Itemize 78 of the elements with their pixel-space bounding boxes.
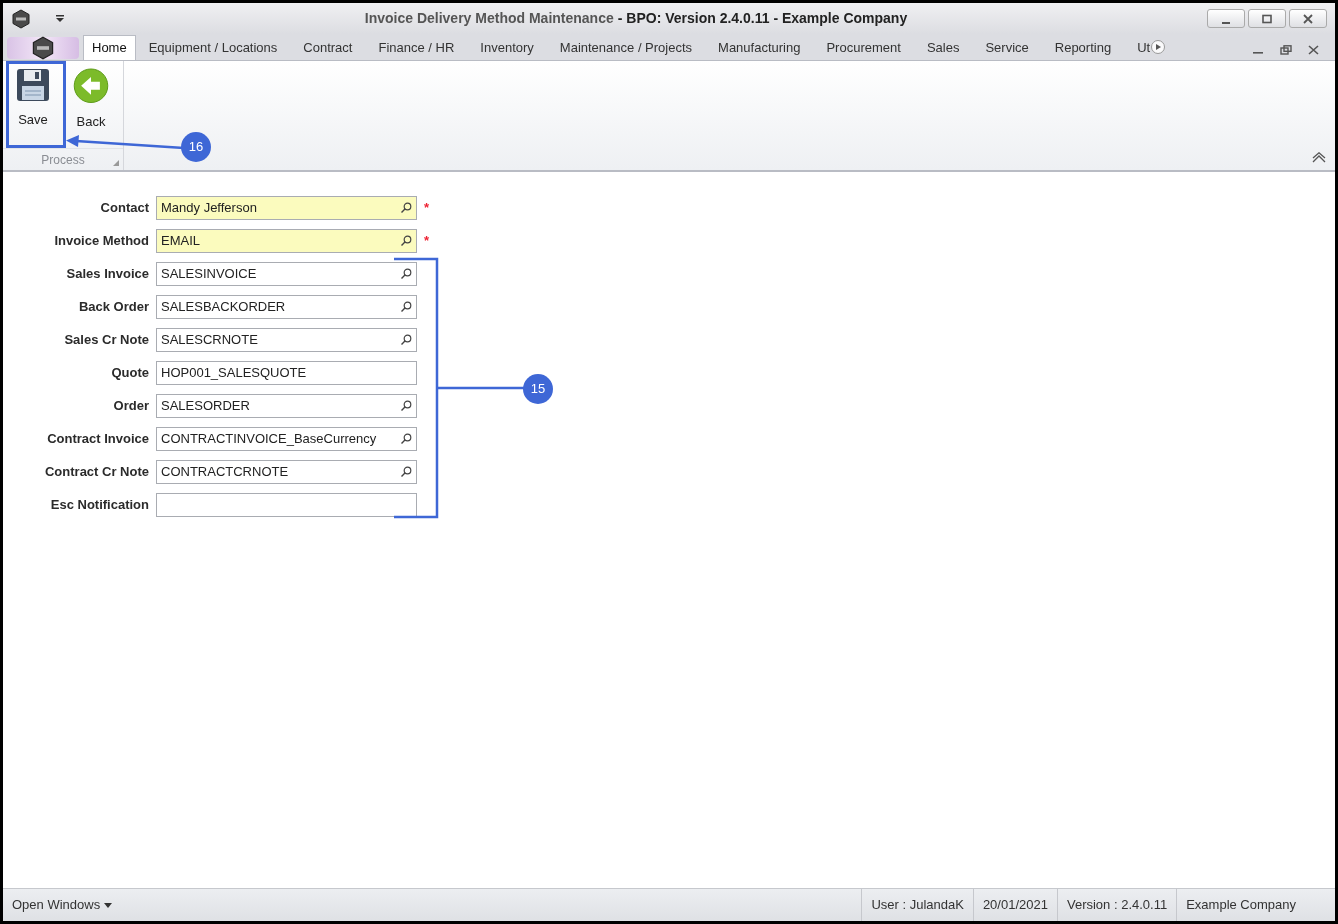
status-item: User : JulandaK [861,889,973,921]
restore-icon[interactable] [1280,45,1292,55]
field-value: SALESBACKORDER [161,298,287,317]
search-icon[interactable] [400,466,412,478]
dialog-launcher-icon[interactable] [113,160,119,166]
field-value: SALESORDER [161,397,251,416]
close-icon[interactable] [1308,45,1319,55]
maximize-icon [1261,13,1273,24]
field-value: SALESINVOICE [161,265,258,284]
open-windows-button[interactable]: Open Windows [12,895,113,915]
minimize-button[interactable] [1207,9,1245,28]
ribbon-tab[interactable]: Maintenance / Projects [546,35,706,60]
collapse-ribbon-icon[interactable] [1311,152,1327,164]
search-icon[interactable] [400,202,412,214]
field-value: HOP001_SALESQUOTE [161,364,308,383]
logo-icon[interactable] [31,36,55,60]
input-field[interactable]: SALESINVOICE [156,262,417,286]
ribbon-tab[interactable]: Home [83,35,136,60]
ribbon-tab[interactable]: Sales [913,35,973,60]
ribbon-tab[interactable]: Ut [1124,35,1151,60]
field-value: CONTRACTCRNOTE [161,463,290,482]
callout-badge: 15 [523,374,553,404]
ribbon-tab[interactable]: Equipment / Locations [135,35,291,60]
status-item: Example Company [1176,889,1305,921]
field-label: Sales Invoice [65,265,150,284]
close-button[interactable] [1289,9,1327,28]
field-label: Invoice Method [53,232,150,251]
field-label: Esc Notification [49,496,150,515]
input-field[interactable] [156,493,417,517]
window-title: Invoice Delivery Method Maintenance [364,9,614,28]
ribbon-tab[interactable]: Finance / HR [365,35,468,60]
input-field[interactable]: HOP001_SALESQUOTE [156,361,417,385]
save-button[interactable]: Save [5,65,61,131]
field-label: Contact [99,199,150,218]
scroll-right-icon[interactable] [1151,40,1166,54]
search-icon[interactable] [400,268,412,280]
logo-icon[interactable] [11,8,31,29]
status-item: 20/01/2021 [972,889,1057,921]
input-field[interactable]: SALESORDER [156,394,417,418]
field-value: EMAIL [161,232,201,251]
caret-icon [104,902,113,908]
ribbon-tab[interactable]: Contract [290,35,366,60]
field-value: CONTRACTINVOICE_BaseCurrency [161,430,378,449]
input-field[interactable]: SALESCRNOTE [156,328,417,352]
input-field[interactable]: EMAIL [156,229,417,253]
required-asterisk: * [424,232,430,251]
minimize-icon [1222,21,1230,24]
field-label: Order [112,397,150,416]
search-icon[interactable] [400,334,412,346]
window-title-suffix: - BPO: Version 2.4.0.11 - Example Company [617,9,908,28]
input-field[interactable]: CONTRACTINVOICE_BaseCurrency [156,427,417,451]
close-icon [1302,13,1314,24]
ribbon-tab[interactable]: Procurement [813,35,914,60]
field-label: Quote [110,364,150,383]
required-asterisk: * [424,199,430,218]
input-field[interactable]: SALESBACKORDER [156,295,417,319]
app-menu-button[interactable] [7,37,79,59]
field-label: Back Order [77,298,150,317]
input-field[interactable]: CONTRACTCRNOTE [156,460,417,484]
ribbon-tab[interactable]: Manufacturing [705,35,814,60]
input-field[interactable]: Mandy Jefferson [156,196,417,220]
search-icon[interactable] [400,301,412,313]
field-value: Mandy Jefferson [161,199,258,218]
ribbon-group-label: Process [41,151,85,169]
back-button[interactable]: Back [63,65,119,131]
ribbon-tab[interactable]: Service [972,35,1042,60]
maximize-button[interactable] [1248,9,1286,28]
search-icon[interactable] [400,235,412,247]
field-label: Sales Cr Note [63,331,150,350]
field-label: Contract Cr Note [44,463,150,482]
search-icon[interactable] [400,400,412,412]
ribbon-tab[interactable]: Inventory [467,35,547,60]
quick-access-caret[interactable] [55,14,65,23]
status-item: Version : 2.4.0.11 [1056,889,1177,921]
field-label: Contract Invoice [46,430,150,449]
search-icon[interactable] [400,433,412,445]
field-value: SALESCRNOTE [161,331,259,350]
ribbon-tab[interactable]: Reporting [1041,35,1125,60]
